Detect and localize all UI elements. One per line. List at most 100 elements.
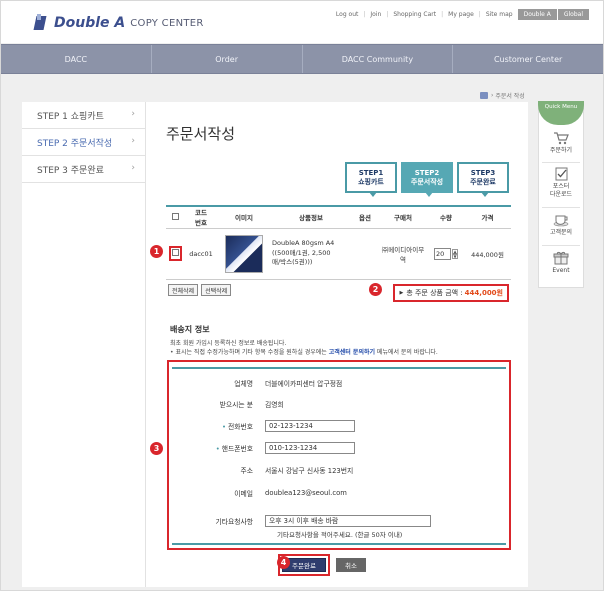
shipping-form: 업체명 더블에이카피센터 압구정점 받으시는 분 김영희 • 전화번호 02-12… — [172, 367, 506, 545]
double-a-button[interactable]: Double A — [517, 9, 557, 20]
breadcrumb: › 주문서 작성 — [480, 91, 525, 100]
quick-item-label: Event — [552, 267, 570, 274]
chevron-right-icon: › — [131, 136, 135, 146]
sidebar-item-step1[interactable]: STEP 1 쇼핑카트 › — [22, 102, 145, 129]
nav-order[interactable]: Order — [152, 45, 303, 73]
page-title: 주문서작성 — [166, 125, 236, 143]
recipient-row: 받으시는 분 김영희 — [172, 399, 506, 409]
shipping-note-1: 최초 회원 가입시 등록하신 정보로 배송됩니다. — [170, 340, 287, 347]
chevron-right-icon: › — [131, 109, 135, 119]
nav-dacc[interactable]: DACC — [1, 45, 152, 73]
select-all-cell — [166, 205, 184, 229]
quick-item-event[interactable]: Event — [539, 251, 583, 275]
product-code: dacc01 — [184, 228, 218, 280]
quantity-input[interactable]: 20 — [434, 247, 451, 260]
product-image-cell — [218, 228, 270, 280]
quantity-cell: 20 ▲ ▼ — [428, 228, 464, 280]
product-info-line: 매/박스(5권))) — [272, 258, 313, 267]
table-row: dacc01 DoubleA 80gsm A4 ((500매/1권, 2,500… — [166, 228, 511, 280]
product-info: DoubleA 80gsm A4 ((500매/1권, 2,500 매/박스(5… — [270, 228, 352, 280]
address-row: 주소 서울시 강남구 신사동 123번지 — [172, 465, 506, 475]
company-value: 더블에이카피센터 압구정점 — [265, 380, 343, 388]
divider: | — [363, 11, 366, 18]
quick-item-order[interactable]: 주문하기 — [539, 131, 583, 155]
gift-icon — [553, 251, 569, 265]
step-label: 주문완료 — [470, 177, 496, 186]
site-map-link[interactable]: Site map — [486, 11, 513, 18]
arrow-down-icon[interactable]: ▼ — [452, 253, 458, 259]
cancel-button[interactable]: 취소 — [336, 558, 366, 572]
home-icon[interactable] — [480, 92, 488, 99]
logout-link[interactable]: Log out — [336, 11, 358, 18]
divider: | — [478, 11, 481, 18]
customer-center-link[interactable]: 고객센터 문의하기 — [329, 349, 375, 356]
nav-customer-center[interactable]: Customer Center — [453, 45, 603, 73]
utility-links: Log out | Join | Shopping Cart | My page | S… — [336, 9, 589, 20]
select-all-checkbox[interactable] — [171, 212, 179, 220]
phone-row: • 전화번호 02-123-1234 — [172, 420, 506, 432]
vendor-line: ㈜메이디아이무 — [381, 245, 425, 254]
sidebar-item-label: STEP 3 주문완료 — [37, 165, 104, 176]
quick-item-poster[interactable]: 포스터 다운로드 — [539, 167, 583, 199]
delete-all-button[interactable]: 전체삭제 — [168, 284, 199, 296]
product-vendor: ㈜메이디아이무 역 — [378, 228, 428, 280]
sidebar-item-step2[interactable]: STEP 2 주문서작성 › — [22, 129, 145, 156]
form-actions: 주문완료 취소 — [278, 554, 366, 576]
cart-table: 코드 번호 이미지 상품정보 옵션 구매처 수량 가격 dacc01 Double… — [166, 205, 511, 280]
triangle-right-icon: ▶ — [399, 290, 404, 296]
column-header-qty: 수량 — [428, 205, 464, 229]
code-header-line: 번호 — [195, 219, 207, 228]
logo[interactable]: Double A COPY CENTER — [34, 14, 204, 32]
shopping-cart-link[interactable]: Shopping Cart — [393, 11, 436, 18]
step-2-box: STEP2 주문서작성 — [401, 162, 453, 197]
cart-icon — [553, 131, 569, 145]
quick-item-inquiry[interactable]: 고객문의 — [539, 213, 583, 237]
note-text: 표시는 직접 수정가능하며 기타 항목 수정을 원하실 경우에는 — [175, 349, 327, 357]
logo-subtitle: COPY CENTER — [130, 17, 204, 29]
mobile-input[interactable]: 010-123-1234 — [265, 442, 355, 454]
row-checkbox[interactable] — [171, 249, 179, 256]
required-mark-icon: • — [215, 445, 220, 453]
quantity-arrows: ▲ ▼ — [452, 248, 458, 259]
join-link[interactable]: Join — [370, 11, 381, 18]
checkbox-icon — [553, 167, 569, 181]
product-image[interactable] — [225, 234, 263, 273]
column-header-price: 가격 — [464, 205, 511, 229]
phone-input[interactable]: 02-123-1234 — [265, 420, 355, 432]
total-amount: 444,000원 — [464, 289, 503, 297]
step-number: STEP2 — [414, 169, 440, 178]
step-label: 쇼핑카트 — [358, 177, 384, 186]
column-header-vendor: 구매처 — [378, 205, 428, 229]
nav-dacc-community[interactable]: DACC Community — [303, 45, 454, 73]
product-info-line: DoubleA 80gsm A4 — [272, 239, 335, 248]
request-row: 기타요청사항 오후 3시 이후 배송 바람 — [172, 515, 506, 527]
quick-item-label: 주문하기 — [549, 147, 573, 154]
shipping-notes: 최초 회원 가입시 등록하신 정보로 배송됩니다. • 표시는 직접 수정가능하… — [170, 339, 510, 358]
main-content: 주문서작성 STEP1 쇼핑카트 STEP2 주문서작성 STEP3 주문완료 … — [146, 102, 528, 587]
marker-2: 2 — [369, 283, 382, 296]
phone-label: 전화번호 — [227, 423, 253, 431]
my-page-link[interactable]: My page — [448, 11, 474, 18]
order-total: ▶ 총 주문 상품 금액 : 444,000원 — [393, 284, 509, 302]
shipping-section-title: 배송지 정보 — [170, 325, 210, 334]
request-input[interactable]: 오후 3시 이후 배송 바람 — [265, 515, 431, 527]
company-row: 업체명 더블에이카피센터 압구정점 — [172, 378, 506, 388]
sidebar-item-step3[interactable]: STEP 3 주문완료 › — [22, 156, 145, 183]
column-header-image: 이미지 — [218, 205, 270, 229]
mobile-row: • 핸드폰번호 010-123-1234 — [172, 442, 506, 454]
cart-actions: 전체삭제 선택삭제 — [168, 284, 234, 296]
email-label: 이메일 — [234, 490, 253, 498]
table-header-row: 코드 번호 이미지 상품정보 옵션 구매처 수량 가격 — [166, 205, 511, 229]
step-indicator: STEP1 쇼핑카트 STEP2 주문서작성 STEP3 주문완료 — [341, 162, 509, 197]
quantity-stepper: 20 ▲ ▼ — [434, 247, 458, 260]
global-button[interactable]: Global — [557, 9, 589, 20]
quick-title-line: Menu — [562, 104, 578, 110]
header: Double A COPY CENTER Log out | Join | Shop… — [1, 1, 603, 43]
quick-title-line: Quick — [544, 104, 561, 110]
request-helper: 기타요청사항을 적어주세요. (한글 50자 이내) — [277, 531, 403, 539]
delete-selected-button[interactable]: 선택삭제 — [201, 284, 232, 296]
divider — [542, 207, 580, 208]
company-label: 업체명 — [234, 380, 253, 388]
step-1-box: STEP1 쇼핑카트 — [345, 162, 397, 197]
bullet-icon: • — [170, 349, 174, 357]
